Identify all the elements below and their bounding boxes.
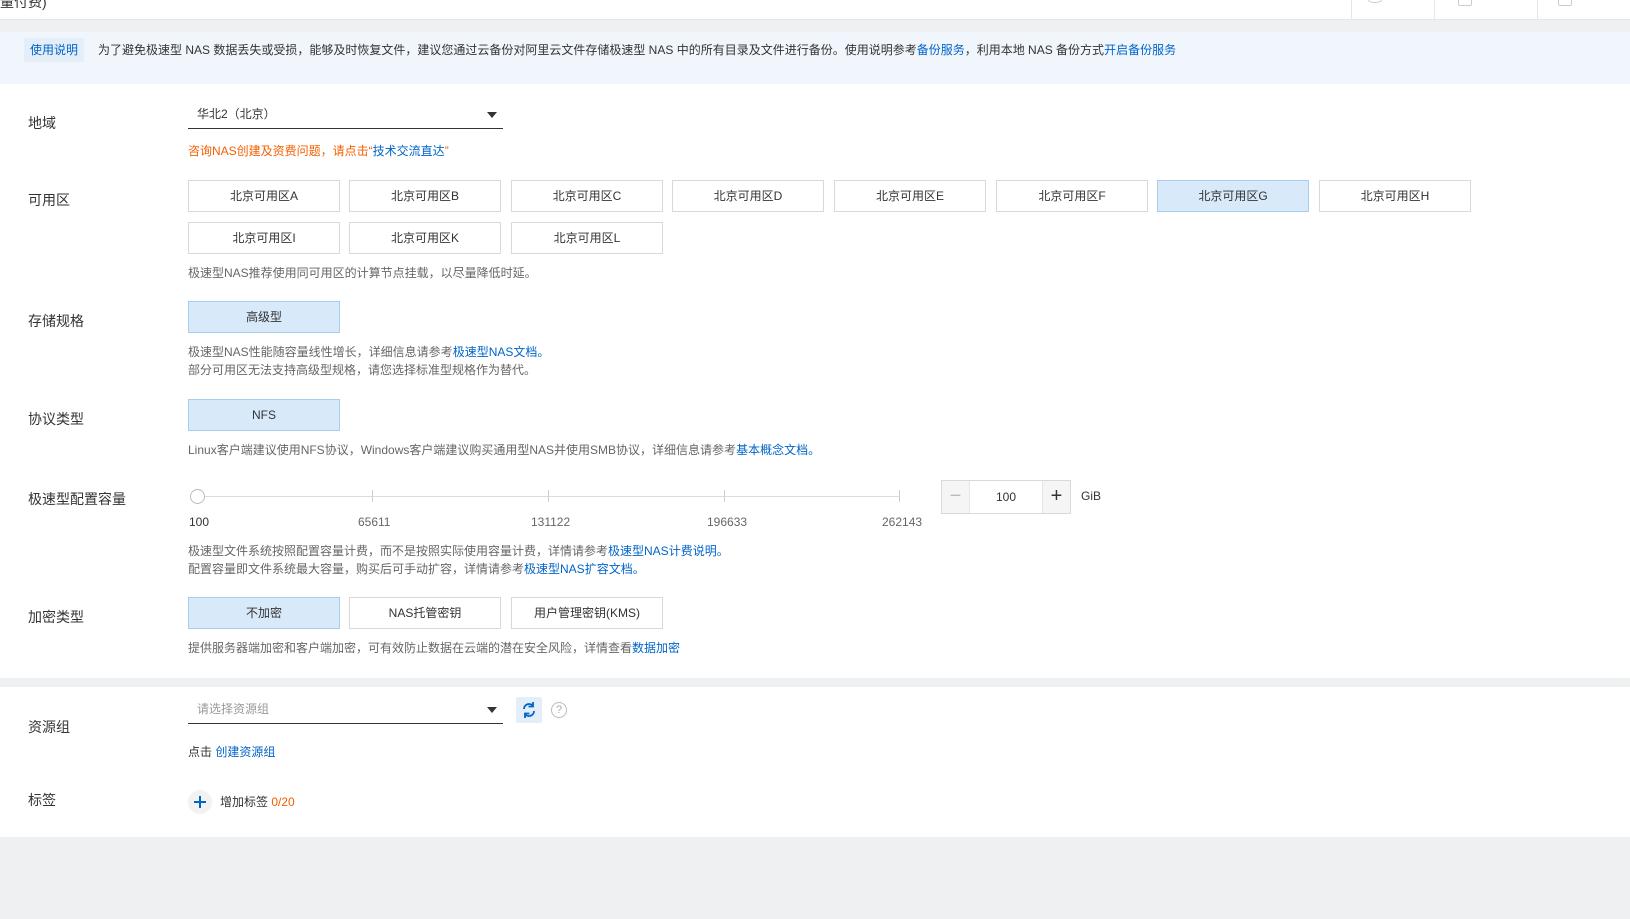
document-icon[interactable] [1458,0,1472,6]
top-bar: 量付费) [0,0,1630,20]
page-title-fragment: 量付费) [0,0,47,10]
capacity-hint-1-prefix: 极速型文件系统按照配置容量计费，而不是按照实际使用容量计费，详情请参考 [188,544,609,558]
storage-hint-prefix: 极速型NAS性能随容量线性增长，详细信息请参考 [188,345,453,359]
notice-text-before: 为了避免极速型 NAS 数据丢失或受损，能够及时恢复文件，建议您通过云备份对阿里… [98,43,917,57]
region-consult-hint: 咨询NAS创建及资费问题，请点击“技术交流直达” [188,142,449,160]
slider-tick [899,490,900,502]
notice-text-mid: ，利用本地 NAS 备份方式 [964,43,1105,57]
tag-count: 0/20 [271,795,295,809]
region-select[interactable]: 华北2（北京） [188,101,503,129]
capacity-slider-handle[interactable] [190,489,205,504]
create-resource-group-link[interactable]: 创建资源组 [215,745,275,759]
basic-concepts-link[interactable]: 基本概念文档。 [736,443,820,457]
region-value: 华北2（北京） [197,107,276,121]
chevron-down-icon [487,707,497,713]
slider-label-max: 262143 [882,515,923,529]
protocol-hint-prefix: Linux客户端建议使用NFS协议，Windows客户端建议购买通用型NAS并使… [188,443,737,457]
encryption-none[interactable]: 不加密 [188,597,340,629]
encryption-hint: 提供服务器端加密和客户端加密，可有效防止数据在云端的潜在安全风险，详情查看数据加… [188,639,680,657]
zone-option-i[interactable]: 北京可用区I [188,222,340,254]
refresh-button[interactable] [516,697,542,723]
add-tag-label: 增加标签 [220,795,269,809]
add-tag-button[interactable] [188,790,212,814]
tech-exchange-link[interactable]: 技术交流直达 [373,144,445,158]
data-encryption-link[interactable]: 数据加密 [632,641,680,655]
consult-suffix: ” [444,144,449,158]
backup-service-link[interactable]: 备份服务 [917,43,965,57]
config-form: 地域 华北2（北京） 咨询NAS创建及资费问题，请点击“技术交流直达” 可用区 … [0,84,1630,678]
resource-group-select[interactable]: 请选择资源组 [188,696,503,724]
encryption-nas-managed[interactable]: NAS托管密钥 [349,597,501,629]
resource-group-hint-prefix: 点击 [188,745,213,759]
refresh-icon [523,702,535,718]
increment-button[interactable]: + [1042,481,1070,513]
zone-hint: 极速型NAS推荐使用同可用区的计算节点挂载，以尽量降低时延。 [188,266,537,280]
capacity-stepper[interactable]: − + [941,480,1071,514]
encryption-kms[interactable]: 用户管理密钥(KMS) [511,597,663,629]
zone-option-f[interactable]: 北京可用区F [996,180,1148,212]
storage-spec-hint-1: 极速型NAS性能随容量线性增长，详细信息请参考极速型NAS文档。 [188,343,549,361]
storage-spec-hint-2: 部分可用区无法支持高级型规格，请您选择标准型规格作为替代。 [188,363,537,377]
billing-doc-link[interactable]: 极速型NAS计费说明。 [608,544,729,558]
zone-option-a[interactable]: 北京可用区A [188,180,340,212]
enable-backup-link[interactable]: 开启备份服务 [1104,43,1176,57]
usage-instructions-tag: 使用说明 [24,38,85,62]
tags-label: 标签 [28,792,56,808]
slider-tick [724,490,725,502]
help-icon[interactable]: ? [551,702,567,718]
decrement-button[interactable]: − [942,481,970,513]
protocol-nfs[interactable]: NFS [188,399,340,431]
encryption-label: 加密类型 [28,609,84,625]
extra-settings: 资源组 请选择资源组 ? 点击 创建资源组 标签 增加标签 0/20 [0,687,1630,837]
resource-group-placeholder: 请选择资源组 [197,702,270,716]
protocol-hint: Linux客户端建议使用NFS协议，Windows客户端建议购买通用型NAS并使… [188,441,820,459]
slider-label-2: 65611 [358,515,391,529]
toolbar-divider [1537,0,1538,20]
chevron-down-icon [487,112,497,118]
slider-label-3: 131122 [531,515,571,529]
protocol-label: 协议类型 [28,411,84,427]
notice-text: 为了避免极速型 NAS 数据丢失或受损，能够及时恢复文件，建议您通过云备份对阿里… [98,38,1176,62]
zone-label: 可用区 [28,192,70,208]
scaling-doc-link[interactable]: 极速型NAS扩容文档。 [524,562,645,576]
zone-option-k[interactable]: 北京可用区K [349,222,501,254]
resource-group-label: 资源组 [28,719,70,735]
zone-option-h[interactable]: 北京可用区H [1319,180,1471,212]
extreme-nas-doc-link[interactable]: 极速型NAS文档。 [453,345,550,359]
zone-option-l[interactable]: 北京可用区L [511,222,663,254]
zone-option-e[interactable]: 北京可用区E [834,180,986,212]
toolbar-divider [1434,0,1435,20]
capacity-label: 极速型配置容量 [28,491,126,507]
storage-spec-label: 存储规格 [28,313,84,329]
backup-notice: 使用说明 为了避免极速型 NAS 数据丢失或受损，能够及时恢复文件，建议您通过云… [0,32,1630,84]
capacity-hint-2-prefix: 配置容量即文件系统最大容量，购买后可手动扩容，详情请参考 [188,562,525,576]
add-tag-text[interactable]: 增加标签 0/20 [220,793,295,811]
capacity-input[interactable] [970,481,1042,513]
encryption-hint-prefix: 提供服务器端加密和客户端加密，可有效防止数据在云端的潜在安全风险，详情查看 [188,641,633,655]
zone-option-d[interactable]: 北京可用区D [672,180,824,212]
slider-tick [372,490,373,502]
slider-tick [548,490,549,502]
resource-group-hint: 点击 创建资源组 [188,743,275,761]
slider-label-4: 196633 [707,515,748,529]
capacity-hint-1: 极速型文件系统按照配置容量计费，而不是按照实际使用容量计费，详情请参考极速型NA… [188,542,729,560]
slider-label-min: 100 [189,515,210,529]
region-label: 地域 [28,115,56,131]
zone-option-g[interactable]: 北京可用区G [1157,180,1309,212]
toolbar-divider [1351,0,1352,20]
star-icon[interactable] [1368,0,1382,3]
capacity-unit: GiB [1081,489,1102,503]
consult-prefix: 咨询NAS创建及资费问题，请点击“ [188,144,373,158]
zone-option-c[interactable]: 北京可用区C [511,180,663,212]
zone-option-b[interactable]: 北京可用区B [349,180,501,212]
storage-spec-advanced[interactable]: 高级型 [188,301,340,333]
menu-icon[interactable] [1558,0,1572,6]
capacity-hint-2: 配置容量即文件系统最大容量，购买后可手动扩容，详情请参考极速型NAS扩容文档。 [188,560,645,578]
